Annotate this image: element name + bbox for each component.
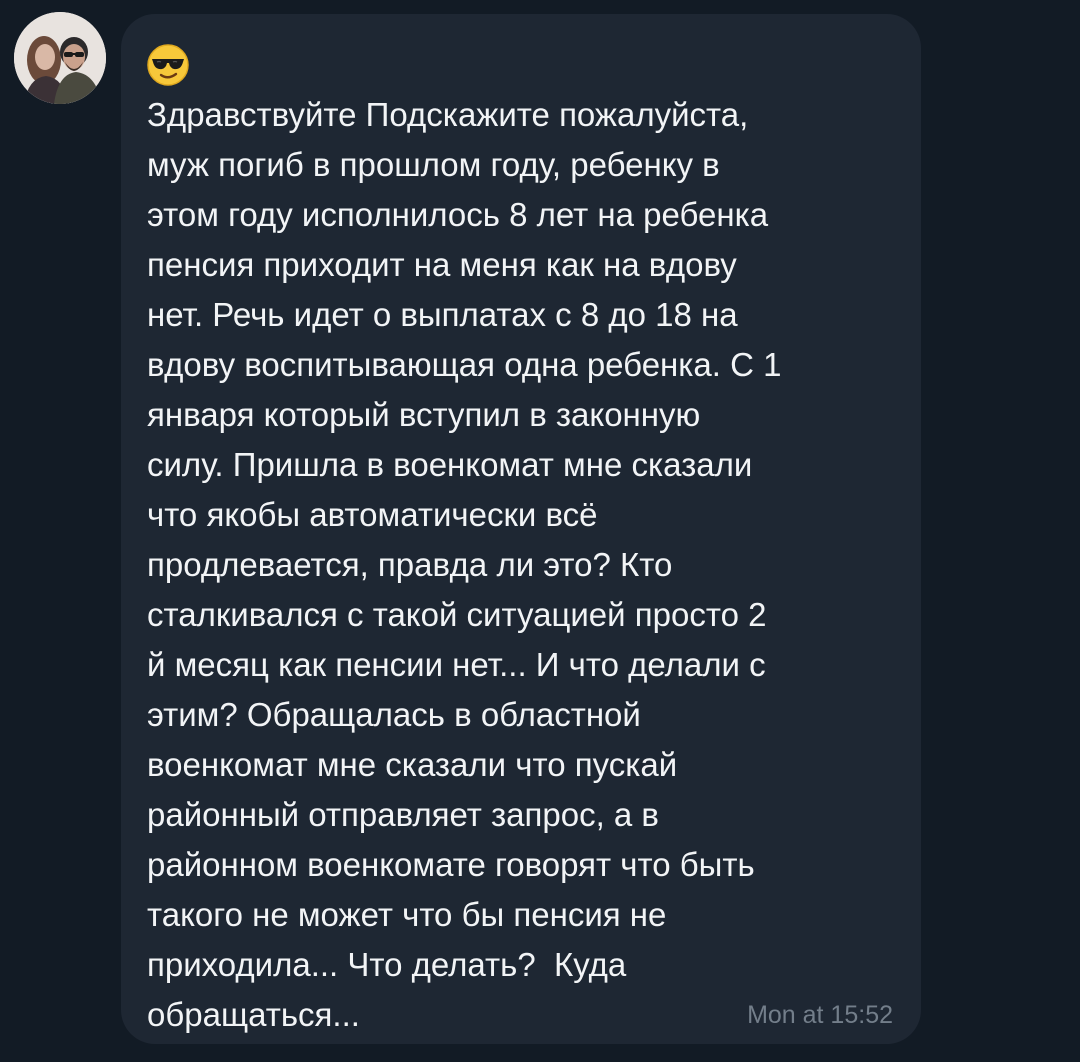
message-line: этом году исполнилось 8 лет на ребенка bbox=[147, 196, 769, 233]
message-line: приходила... Что делать? Куда bbox=[147, 946, 627, 983]
message-line: районный отправляет запрос, а в bbox=[147, 796, 659, 833]
message-line: Здравствуйте Подскажите пожалуйста, bbox=[147, 96, 749, 133]
message-line: й месяц как пенсии нет... И что делали с bbox=[147, 646, 766, 683]
message-text: Здравствуйте Подскажите пожалуйста, муж п… bbox=[147, 90, 887, 1040]
message-line: января который вступил в законную bbox=[147, 396, 701, 433]
chat-screen: Здравствуйте Подскажите пожалуйста, муж п… bbox=[0, 0, 1080, 1062]
sunglasses-emoji-icon bbox=[147, 44, 189, 86]
message-line: пенсия приходит на меня как на вдову bbox=[147, 246, 737, 283]
message-line: что якобы автоматически всё bbox=[147, 496, 598, 533]
message-line: нет. Речь идет о выплатах с 8 до 18 на bbox=[147, 296, 738, 333]
message-bubble[interactable]: Здравствуйте Подскажите пожалуйста, муж п… bbox=[121, 14, 921, 1044]
message-line: этим? Обращалась в областной bbox=[147, 696, 641, 733]
message-timestamp: Mon at 15:52 bbox=[747, 1001, 893, 1029]
message-line: военкомат мне сказали что пускай bbox=[147, 746, 678, 783]
message-line: районном военкомате говорят что быть bbox=[147, 846, 755, 883]
message-line: такого не может что бы пенсия не bbox=[147, 896, 667, 933]
message-line: муж погиб в прошлом году, ребенку в bbox=[147, 146, 720, 183]
message-line: вдову воспитывающая одна ребенка. С 1 bbox=[147, 346, 782, 383]
avatar-photo-icon bbox=[14, 12, 106, 104]
sender-avatar[interactable] bbox=[14, 12, 106, 104]
message-line: силу. Пришла в военкомат мне сказали bbox=[147, 446, 753, 483]
message-line: продлевается, правда ли это? Кто bbox=[147, 546, 673, 583]
message-line: сталкивался с такой ситуацией просто 2 bbox=[147, 596, 767, 633]
